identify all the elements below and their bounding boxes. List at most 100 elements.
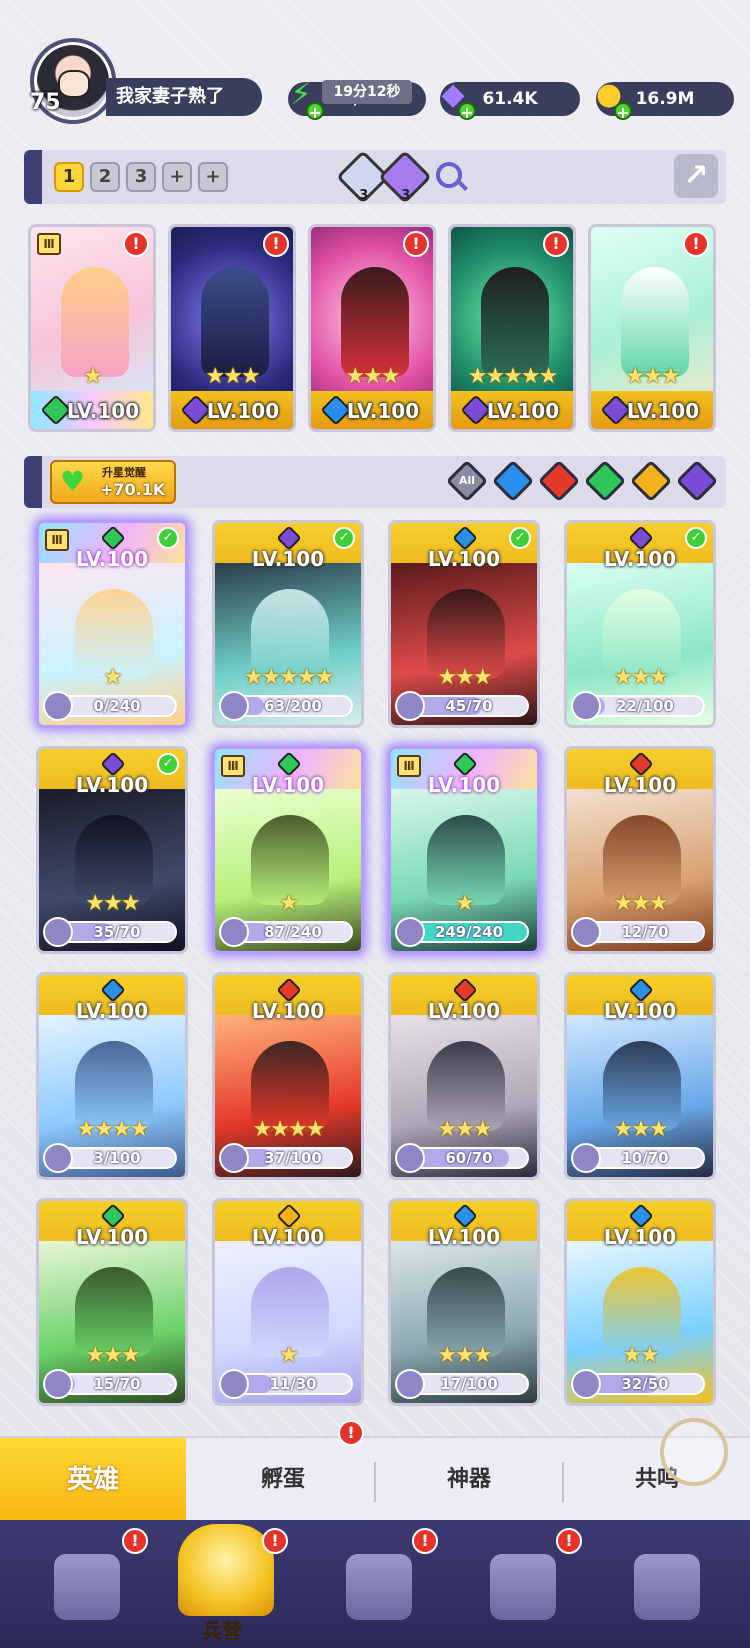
tab-heroes[interactable]: 英雄 bbox=[0, 1438, 186, 1522]
team-slot-3[interactable]: ! ★★★ LV.100 bbox=[308, 224, 436, 432]
star-rating: ★★★★ bbox=[252, 1117, 326, 1142]
hero-card[interactable]: Ⅲ LV.100 ★ 249/240 bbox=[388, 746, 540, 954]
hero-card[interactable]: LV.100 ★★★ 12/70 bbox=[564, 746, 716, 954]
filter-fire-button[interactable] bbox=[537, 459, 581, 503]
star-rating: ★ bbox=[103, 665, 123, 690]
gem-plus-button[interactable]: + bbox=[458, 102, 476, 122]
coin-counter[interactable]: ● + 16.9M bbox=[596, 78, 734, 122]
nav-map[interactable]: ! bbox=[326, 1528, 438, 1638]
bottom-nav: ! ! 兵营 ! ! bbox=[0, 1520, 750, 1648]
hero-level: LV.100 bbox=[66, 399, 140, 423]
alert-badge: ! bbox=[123, 231, 149, 257]
hero-level: LV.100 bbox=[427, 773, 501, 797]
heart-icon: ♥ bbox=[60, 465, 86, 498]
team-tab-add-2[interactable]: + bbox=[198, 162, 228, 192]
alert-badge: ! bbox=[122, 1528, 148, 1554]
hero-level: LV.100 bbox=[75, 547, 149, 571]
energy-timer: 19分12秒 bbox=[322, 80, 412, 104]
team-tab-2[interactable]: 2 bbox=[90, 162, 120, 192]
record-button[interactable] bbox=[660, 1418, 728, 1486]
hero-level: LV.100 bbox=[251, 999, 325, 1023]
filter-dark-button[interactable] bbox=[675, 459, 719, 503]
tab-hatch[interactable]: 孵蛋 bbox=[190, 1460, 376, 1500]
shard-count: 11/30 bbox=[269, 1375, 317, 1393]
team-slot-2[interactable]: ! ★★★ LV.100 bbox=[168, 224, 296, 432]
hero-card[interactable]: LV.100 ★ 11/30 bbox=[212, 1198, 364, 1406]
check-icon: ✓ bbox=[509, 527, 531, 549]
hero-card[interactable]: ✓ LV.100 ★★★ 35/70 bbox=[36, 746, 188, 954]
shard-progress: 45/70 bbox=[395, 691, 529, 721]
star-rating: ★★★ bbox=[613, 891, 668, 916]
hero-card[interactable]: Ⅲ ✓ LV.100 ★ 0/240 bbox=[36, 520, 188, 728]
nav-castle[interactable]: ! bbox=[470, 1528, 582, 1638]
hero-card[interactable]: LV.100 ★★★ 15/70 bbox=[36, 1198, 188, 1406]
hero-level: LV.100 bbox=[427, 999, 501, 1023]
nav-mushroom[interactable] bbox=[614, 1534, 718, 1638]
team-tab-3[interactable]: 3 bbox=[126, 162, 156, 192]
hero-card[interactable]: LV.100 ★★★★ 3/100 bbox=[36, 972, 188, 1180]
nav-barracks[interactable]: ! 兵营 bbox=[170, 1524, 288, 1643]
hero-figure bbox=[621, 267, 689, 377]
filter-water-button[interactable] bbox=[491, 459, 535, 503]
avatar-face bbox=[58, 70, 90, 98]
hero-level: LV.100 bbox=[603, 1225, 677, 1249]
team-slot-1[interactable]: Ⅲ ! ★ LV.100 bbox=[28, 224, 156, 432]
star-rating: ★★★ bbox=[613, 665, 668, 690]
shard-count: 10/70 bbox=[621, 1149, 669, 1167]
hero-card[interactable]: ✓ LV.100 ★★★ 22/100 bbox=[564, 520, 716, 728]
awaken-label: 升星觉醒 bbox=[102, 466, 146, 479]
hero-card[interactable]: ✓ LV.100 ★★★★★ 63/200 bbox=[212, 520, 364, 728]
star-rating: ★★★ bbox=[85, 891, 140, 916]
shard-progress: 63/200 bbox=[219, 691, 353, 721]
awaken-value: +70.1K bbox=[100, 480, 166, 499]
star-rating: ★★★ bbox=[345, 364, 400, 389]
hero-card[interactable]: LV.100 ★★★ 10/70 bbox=[564, 972, 716, 1180]
filter-light-button[interactable] bbox=[629, 459, 673, 503]
star-rating: ★ bbox=[279, 1343, 299, 1368]
star-rating: ★★★ bbox=[205, 364, 260, 389]
team-tab-1[interactable]: 1 bbox=[54, 162, 84, 192]
share-icon[interactable]: ↗ bbox=[674, 154, 718, 198]
star-rating: ★★★ bbox=[85, 1343, 140, 1368]
player-level: 75 bbox=[30, 90, 61, 115]
team-slot-4[interactable]: ! ★★★★★ LV.100 bbox=[448, 224, 576, 432]
check-icon: ✓ bbox=[685, 527, 707, 549]
alert-badge: ! bbox=[556, 1528, 582, 1554]
team-slot-5[interactable]: ! ★★★ LV.100 bbox=[588, 224, 716, 432]
hero-level: LV.100 bbox=[603, 999, 677, 1023]
hero-figure bbox=[341, 267, 409, 377]
shard-count: 45/70 bbox=[445, 697, 493, 715]
star-rating: ★★★ bbox=[437, 1343, 492, 1368]
filter-all-button[interactable]: All bbox=[445, 459, 489, 503]
energy-plus-button[interactable]: + bbox=[306, 102, 324, 122]
shard-progress: 10/70 bbox=[571, 1143, 705, 1173]
shard-progress: 37/100 bbox=[219, 1143, 353, 1173]
crystal-count-1: 3 bbox=[359, 187, 369, 203]
search-icon[interactable] bbox=[436, 162, 462, 188]
team-tab-add-1[interactable]: + bbox=[162, 162, 192, 192]
shard-progress: 12/70 bbox=[571, 917, 705, 947]
alert-badge: ! bbox=[263, 231, 289, 257]
coin-value: 16.9M bbox=[635, 89, 695, 109]
hero-card[interactable]: LV.100 ★★★ 60/70 bbox=[388, 972, 540, 1180]
barracks-icon bbox=[178, 1524, 274, 1616]
alert-badge: ! bbox=[403, 231, 429, 257]
gem-counter[interactable]: ◆ + 61.4K bbox=[440, 78, 580, 122]
check-icon: ✓ bbox=[157, 753, 179, 775]
awaken-button[interactable]: ♥ 升星觉醒 +70.1K bbox=[50, 460, 176, 504]
tab-artifacts[interactable]: 神器 bbox=[376, 1460, 562, 1500]
hero-card[interactable]: LV.100 ★★ 32/50 bbox=[564, 1198, 716, 1406]
hero-card[interactable]: ✓ LV.100 ★★★ 45/70 bbox=[388, 520, 540, 728]
filter-nature-button[interactable] bbox=[583, 459, 627, 503]
coin-plus-button[interactable]: + bbox=[614, 102, 632, 122]
hero-card[interactable]: LV.100 ★★★ 17/100 bbox=[388, 1198, 540, 1406]
shard-count: 35/70 bbox=[93, 923, 141, 941]
star-rating: ★★★ bbox=[437, 665, 492, 690]
star-rating: ★ bbox=[83, 364, 103, 389]
hero-card[interactable]: Ⅲ LV.100 ★ 87/240 bbox=[212, 746, 364, 954]
hero-level: LV.100 bbox=[603, 773, 677, 797]
filter-all-label: All bbox=[458, 474, 476, 487]
alert-badge: ! bbox=[683, 231, 709, 257]
nav-cards[interactable]: ! bbox=[34, 1528, 148, 1638]
hero-card[interactable]: LV.100 ★★★★ 37/100 bbox=[212, 972, 364, 1180]
